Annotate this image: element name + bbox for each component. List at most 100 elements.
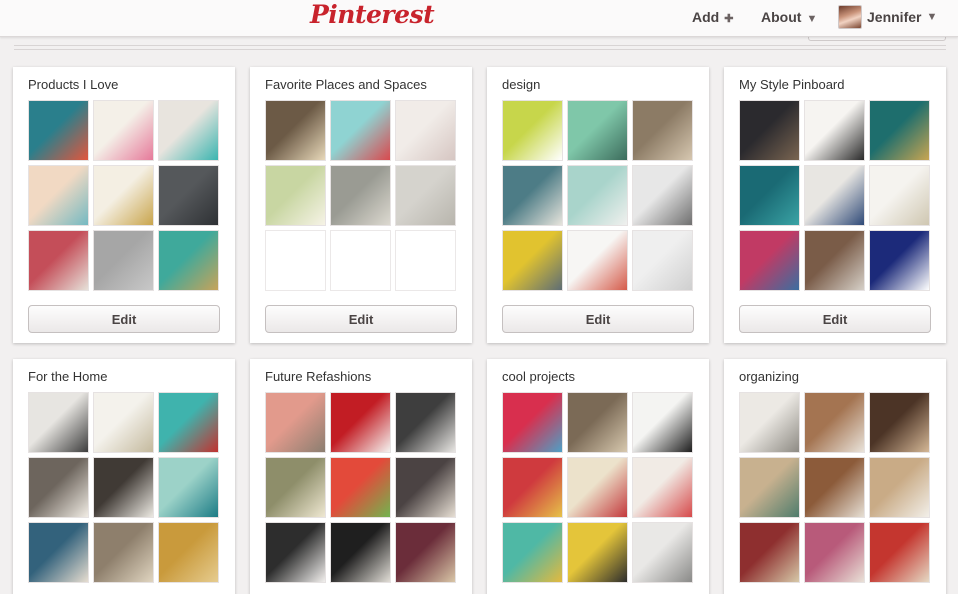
chevron-down-icon: ▼	[806, 13, 818, 25]
pin-thumbnail	[28, 230, 89, 291]
pin-thumbnail	[567, 100, 628, 161]
board-thumbnails[interactable]	[28, 392, 219, 583]
edit-board-button[interactable]: Edit	[739, 305, 931, 333]
pin-thumbnail	[395, 457, 456, 518]
board-title[interactable]: design	[502, 77, 540, 92]
board-thumbnails[interactable]	[739, 392, 930, 583]
pin-thumbnail	[502, 100, 563, 161]
empty-thumbnail	[265, 230, 326, 291]
board-card[interactable]: Future Refashions	[250, 359, 472, 594]
pin-thumbnail	[93, 230, 154, 291]
top-nav-bar: Pinterest Add ✚ About ▼ Jennifer ▼	[0, 0, 958, 37]
pin-thumbnail	[739, 392, 800, 453]
add-menu-label: Add	[692, 9, 720, 25]
board-card[interactable]: For the Home	[13, 359, 235, 594]
pin-thumbnail	[869, 100, 930, 161]
pin-thumbnail	[395, 522, 456, 583]
pin-thumbnail	[395, 392, 456, 453]
pin-thumbnail	[804, 100, 865, 161]
pin-thumbnail	[869, 165, 930, 226]
user-menu[interactable]: Jennifer ▼	[838, 5, 937, 29]
pin-thumbnail	[739, 522, 800, 583]
pin-thumbnail	[158, 165, 219, 226]
board-thumbnails[interactable]	[502, 392, 693, 583]
pin-thumbnail	[28, 392, 89, 453]
pin-thumbnail	[502, 230, 563, 291]
pin-thumbnail	[330, 457, 391, 518]
pin-thumbnail	[869, 230, 930, 291]
pin-thumbnail	[158, 392, 219, 453]
pin-thumbnail	[395, 100, 456, 161]
pin-thumbnail	[502, 392, 563, 453]
chevron-down-icon: ▼	[926, 11, 938, 23]
board-thumbnails[interactable]	[28, 100, 219, 291]
empty-thumbnail	[395, 230, 456, 291]
pin-thumbnail	[632, 100, 693, 161]
board-thumbnails[interactable]	[502, 100, 693, 291]
board-thumbnails[interactable]	[265, 100, 456, 291]
board-card[interactable]: My Style Pinboard Edit	[724, 67, 946, 343]
about-menu-label: About	[761, 9, 802, 25]
pin-thumbnail	[567, 392, 628, 453]
pin-thumbnail	[158, 457, 219, 518]
pin-thumbnail	[93, 522, 154, 583]
edit-board-button[interactable]: Edit	[28, 305, 220, 333]
pin-thumbnail	[632, 392, 693, 453]
pin-thumbnail	[330, 522, 391, 583]
pin-thumbnail	[632, 522, 693, 583]
pin-thumbnail	[330, 165, 391, 226]
pin-thumbnail	[632, 457, 693, 518]
pin-thumbnail	[869, 522, 930, 583]
pin-thumbnail	[632, 165, 693, 226]
pin-thumbnail	[567, 230, 628, 291]
pin-thumbnail	[93, 165, 154, 226]
edit-board-button[interactable]: Edit	[502, 305, 694, 333]
board-card[interactable]: Products I Love Edit	[13, 67, 235, 343]
pin-thumbnail	[265, 522, 326, 583]
board-title[interactable]: Favorite Places and Spaces	[265, 77, 427, 92]
empty-thumbnail	[330, 230, 391, 291]
board-card[interactable]: cool projects	[487, 359, 709, 594]
board-thumbnails[interactable]	[265, 392, 456, 583]
pin-thumbnail	[395, 165, 456, 226]
board-title[interactable]: organizing	[739, 369, 799, 384]
board-title[interactable]: My Style Pinboard	[739, 77, 845, 92]
pin-thumbnail	[28, 457, 89, 518]
pin-thumbnail	[158, 100, 219, 161]
pin-thumbnail	[804, 522, 865, 583]
pin-thumbnail	[158, 230, 219, 291]
board-thumbnails[interactable]	[739, 100, 930, 291]
board-card[interactable]: Favorite Places and Spaces Edit	[250, 67, 472, 343]
pin-thumbnail	[265, 457, 326, 518]
pin-thumbnail	[632, 230, 693, 291]
pin-thumbnail	[869, 392, 930, 453]
board-title[interactable]: Products I Love	[28, 77, 118, 92]
pin-thumbnail	[265, 100, 326, 161]
add-menu[interactable]: Add ✚	[692, 9, 733, 25]
avatar	[838, 5, 862, 29]
pin-thumbnail	[502, 165, 563, 226]
pin-thumbnail	[567, 522, 628, 583]
pin-thumbnail	[804, 230, 865, 291]
pin-thumbnail	[28, 522, 89, 583]
subheader-divider	[14, 45, 946, 50]
pin-thumbnail	[93, 392, 154, 453]
pin-thumbnail	[265, 392, 326, 453]
about-menu[interactable]: About ▼	[761, 9, 817, 25]
pinterest-logo[interactable]: Pinterest	[310, 0, 435, 29]
pin-thumbnail	[265, 165, 326, 226]
pin-thumbnail	[502, 522, 563, 583]
pin-thumbnail	[330, 100, 391, 161]
board-title[interactable]: For the Home	[28, 369, 107, 384]
pin-thumbnail	[804, 392, 865, 453]
pin-thumbnail	[869, 457, 930, 518]
pin-thumbnail	[93, 100, 154, 161]
edit-board-button[interactable]: Edit	[265, 305, 457, 333]
board-title[interactable]: Future Refashions	[265, 369, 371, 384]
board-card[interactable]: design Edit	[487, 67, 709, 343]
pin-thumbnail	[739, 165, 800, 226]
board-card[interactable]: organizing	[724, 359, 946, 594]
pin-thumbnail	[567, 165, 628, 226]
pin-thumbnail	[804, 457, 865, 518]
board-title[interactable]: cool projects	[502, 369, 575, 384]
